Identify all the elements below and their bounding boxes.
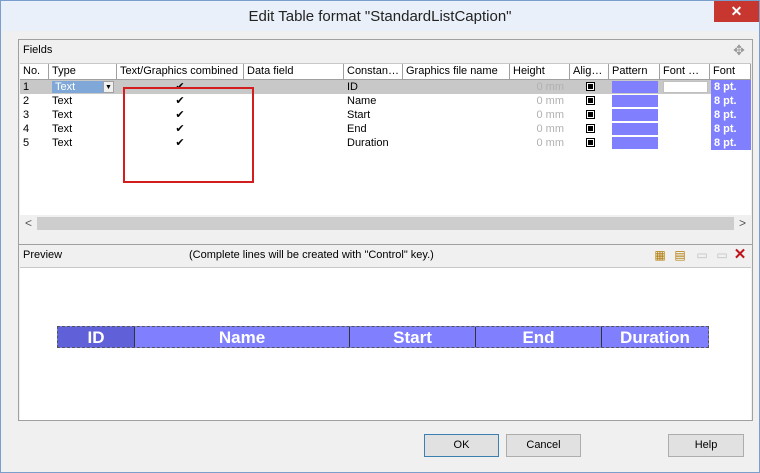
cell-font[interactable]: 8 pt.: [711, 94, 751, 108]
caption-line[interactable]: ID Name Start End Duration: [57, 326, 709, 348]
col-header-alignment[interactable]: Alig…: [570, 64, 609, 80]
alignment-icon[interactable]: [586, 110, 595, 119]
new-line-icon[interactable]: ▦: [652, 247, 668, 263]
cell-constant[interactable]: End: [344, 122, 403, 136]
scroll-left-icon[interactable]: <: [20, 215, 37, 232]
horizontal-scrollbar[interactable]: < >: [20, 215, 751, 232]
col-header-font[interactable]: Font: [710, 64, 751, 80]
cell-no: 2: [23, 95, 30, 107]
col-header-type[interactable]: Type: [49, 64, 117, 80]
cell-no: 4: [23, 123, 30, 135]
scroll-right-icon[interactable]: >: [734, 215, 751, 232]
pattern-swatch[interactable]: [612, 123, 658, 135]
cell-font[interactable]: 8 pt.: [711, 108, 751, 122]
cell-type-dropdown[interactable]: Text: [52, 81, 103, 93]
close-button[interactable]: ✕: [714, 1, 759, 22]
scroll-thumb[interactable]: [37, 217, 734, 230]
cell-type[interactable]: Text: [49, 136, 117, 150]
pattern-swatch[interactable]: [612, 81, 658, 93]
col-header-font-format[interactable]: Font …: [660, 64, 710, 80]
caption-cell[interactable]: End: [476, 327, 602, 347]
cancel-button[interactable]: Cancel: [506, 434, 581, 457]
alignment-icon[interactable]: [586, 96, 595, 105]
cell-font[interactable]: 8 pt.: [711, 80, 751, 94]
caption-cell[interactable]: Duration: [602, 327, 708, 347]
dialog-window: Edit Table format "StandardListCaption" …: [0, 0, 760, 473]
preview-label: Preview: [23, 249, 63, 261]
alignment-icon[interactable]: [586, 138, 595, 147]
cell-type[interactable]: Text: [49, 94, 117, 108]
pattern-swatch[interactable]: [612, 109, 658, 121]
cell-height[interactable]: 0 mm: [510, 136, 570, 150]
pattern-swatch[interactable]: [612, 95, 658, 107]
line-right-icon[interactable]: ▭: [714, 247, 730, 263]
title-bar[interactable]: Edit Table format "StandardListCaption" …: [1, 1, 759, 31]
col-header-no[interactable]: No.: [20, 64, 49, 80]
cell-no: 5: [23, 137, 30, 149]
cell-height[interactable]: 0 mm: [510, 122, 570, 136]
cell-font[interactable]: 8 pt.: [711, 122, 751, 136]
cell-type[interactable]: Text: [49, 108, 117, 122]
cell-constant[interactable]: Start: [344, 108, 403, 122]
line-left-icon[interactable]: ▭: [694, 247, 710, 263]
caption-cell[interactable]: Name: [135, 327, 350, 347]
caption-cell[interactable]: Start: [350, 327, 476, 347]
alignment-icon[interactable]: [586, 82, 595, 91]
col-header-graphics-file[interactable]: Graphics file name: [403, 64, 510, 80]
fields-label: Fields: [23, 44, 53, 56]
edit-line-icon[interactable]: ▤: [672, 247, 688, 263]
alignment-icon[interactable]: [586, 124, 595, 133]
delete-icon[interactable]: ✕: [732, 247, 748, 263]
cell-type[interactable]: Text: [49, 122, 117, 136]
caption-cell[interactable]: ID: [58, 327, 135, 347]
window-title: Edit Table format "StandardListCaption": [248, 8, 512, 25]
dialog-client: Fields ✥ No. Type Text/Graphics combined…: [8, 31, 754, 469]
cell-font-format[interactable]: [663, 81, 708, 93]
cell-height[interactable]: 0 mm: [510, 94, 570, 108]
cell-constant[interactable]: Name: [344, 94, 403, 108]
col-header-height[interactable]: Height: [510, 64, 570, 80]
highlight-frame: [123, 87, 254, 183]
col-header-constant[interactable]: Constan…: [344, 64, 403, 80]
preview-toolbar: ▦ ▤ ▭ ▭ ✕: [652, 247, 748, 263]
cell-height[interactable]: 0 mm: [510, 108, 570, 122]
col-header-pattern[interactable]: Pattern: [609, 64, 660, 80]
chevron-down-icon[interactable]: ▼: [103, 81, 114, 93]
col-header-combined[interactable]: Text/Graphics combined: [117, 64, 244, 80]
col-header-data-field[interactable]: Data field: [244, 64, 344, 80]
pattern-swatch[interactable]: [612, 137, 658, 149]
cell-no: 1: [23, 81, 30, 93]
move-icon[interactable]: ✥: [732, 42, 746, 58]
preview-panel: Preview (Complete lines will be created …: [18, 244, 753, 421]
cell-no: 3: [23, 109, 30, 121]
ok-button[interactable]: OK: [424, 434, 499, 457]
cell-height[interactable]: 0 mm: [510, 80, 570, 94]
help-button[interactable]: Help: [668, 434, 744, 457]
cell-constant[interactable]: ID: [344, 80, 403, 94]
preview-hint: (Complete lines will be created with "Co…: [189, 249, 434, 261]
cell-font[interactable]: 8 pt.: [711, 136, 751, 150]
preview-area: ID Name Start End Duration: [20, 267, 751, 420]
cell-constant[interactable]: Duration: [344, 136, 403, 150]
